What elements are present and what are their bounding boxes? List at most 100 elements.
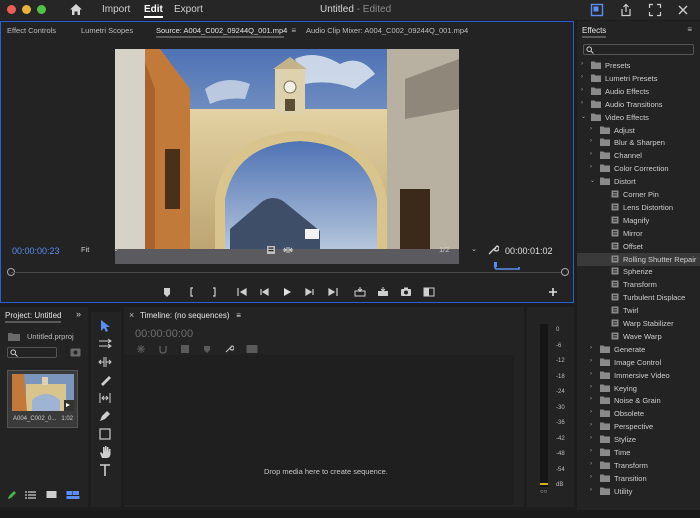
effects-folder-item[interactable]: › Time: [577, 446, 700, 459]
pencil-icon[interactable]: [7, 490, 17, 500]
window-zoom-button[interactable]: [37, 5, 46, 14]
go-to-out-icon[interactable]: [327, 286, 339, 298]
chevron-right-icon[interactable]: ›: [590, 487, 592, 493]
close-tab-icon[interactable]: ×: [129, 310, 134, 320]
new-bin-icon[interactable]: [70, 347, 81, 357]
tab-timeline[interactable]: Timeline: (no sequences) ≡: [140, 311, 241, 320]
compare-view-icon[interactable]: [423, 286, 435, 298]
selection-tool-icon[interactable]: [98, 319, 112, 333]
effects-item[interactable]: Magnify: [577, 214, 700, 227]
marker-icon[interactable]: [266, 245, 276, 255]
effects-folder-item[interactable]: › Presets: [577, 59, 700, 72]
icon-view-icon[interactable]: [46, 490, 57, 500]
share-icon[interactable]: [619, 3, 633, 17]
chevron-right-icon[interactable]: ›: [590, 358, 592, 364]
effects-folder-item[interactable]: ⌄ Video Effects: [577, 111, 700, 124]
effects-item[interactable]: Turbulent Displace: [577, 291, 700, 304]
list-view-icon[interactable]: [25, 490, 36, 500]
button-editor-add-icon[interactable]: [547, 286, 559, 298]
chevron-right-icon[interactable]: ›: [590, 345, 592, 351]
effects-folder-item[interactable]: › Blur & Sharpen: [577, 136, 700, 149]
chevron-right-icon[interactable]: ›: [590, 474, 592, 480]
effects-item[interactable]: Offset: [577, 240, 700, 253]
effects-panel-title[interactable]: Effects: [582, 26, 607, 38]
effects-folder-item[interactable]: › Noise & Grain: [577, 394, 700, 407]
effects-folder-item[interactable]: › Audio Transitions: [577, 98, 700, 111]
chevron-right-icon[interactable]: ›: [590, 138, 592, 144]
project-search-input[interactable]: [7, 347, 57, 358]
effects-item[interactable]: Corner Pin: [577, 188, 700, 201]
effects-folder-item[interactable]: ⌄ Distort: [577, 175, 700, 188]
quick-export-icon[interactable]: [590, 3, 604, 17]
window-close-button[interactable]: [7, 5, 16, 14]
export-frame-icon[interactable]: [400, 286, 412, 298]
effects-item[interactable]: Spherize: [577, 265, 700, 278]
effects-folder-item[interactable]: › Immersive Video: [577, 369, 700, 382]
effects-item[interactable]: Warp Stabilizer: [577, 317, 700, 330]
panel-menu-icon[interactable]: ≡: [291, 26, 296, 35]
step-forward-icon[interactable]: [304, 286, 316, 298]
tab-project[interactable]: Project: Untitled: [5, 311, 62, 323]
mark-out-icon[interactable]: [208, 286, 220, 298]
effects-item[interactable]: Mirror: [577, 227, 700, 240]
source-scrub-bar[interactable]: [11, 272, 561, 273]
go-to-in-icon[interactable]: [236, 286, 248, 298]
effects-item[interactable]: Wave Warp: [577, 330, 700, 343]
playback-resolution-select[interactable]: 1/2 ⌄: [439, 245, 479, 257]
timeline-timecode[interactable]: 00:00:00:00: [135, 328, 193, 340]
chevron-right-icon[interactable]: ›: [590, 151, 592, 157]
freeform-view-icon[interactable]: [66, 490, 80, 500]
effects-folder-item[interactable]: › Adjust: [577, 124, 700, 137]
nest-icon[interactable]: [136, 344, 146, 354]
chevron-right-icon[interactable]: ›: [590, 126, 592, 132]
workspace-tab-export[interactable]: Export: [174, 4, 203, 15]
effects-search-input[interactable]: [583, 44, 694, 55]
overwrite-icon[interactable]: [377, 286, 389, 298]
play-icon[interactable]: [281, 286, 293, 298]
source-video-frame[interactable]: [115, 49, 459, 264]
razor-tool-icon[interactable]: [98, 373, 112, 387]
solo-icon[interactable]: ○○: [540, 489, 547, 495]
hand-tool-icon[interactable]: [98, 445, 112, 459]
chevron-right-icon[interactable]: ›: [590, 461, 592, 467]
tab-effect-controls[interactable]: Effect Controls: [7, 26, 56, 35]
effects-folder-item[interactable]: › Stylize: [577, 433, 700, 446]
tab-source[interactable]: Source: A004_C002_09244Q_001.mp4 ≡: [156, 26, 296, 38]
captions-icon[interactable]: [246, 344, 258, 354]
effects-folder-item[interactable]: › Transform: [577, 459, 700, 472]
chevron-right-icon[interactable]: ›: [581, 61, 583, 67]
trim-icon[interactable]: [283, 246, 293, 254]
ripple-edit-tool-icon[interactable]: [98, 355, 112, 369]
effects-folder-item[interactable]: › Lumetri Presets: [577, 72, 700, 85]
step-back-icon[interactable]: [258, 286, 270, 298]
effects-folder-item[interactable]: › Perspective: [577, 420, 700, 433]
add-marker-icon[interactable]: [202, 344, 212, 354]
effects-folder-item[interactable]: › Color Correction: [577, 162, 700, 175]
home-icon[interactable]: [69, 3, 83, 16]
effects-folder-item[interactable]: › Obsolete: [577, 407, 700, 420]
wrench-icon[interactable]: [224, 344, 234, 354]
chevron-right-icon[interactable]: ›: [590, 384, 592, 390]
chevron-right-icon[interactable]: ›: [590, 396, 592, 402]
slip-tool-icon[interactable]: [98, 391, 112, 405]
effects-folder-item[interactable]: › Audio Effects: [577, 85, 700, 98]
effects-item[interactable]: Lens Distortion: [577, 201, 700, 214]
rectangle-tool-icon[interactable]: [98, 427, 112, 441]
chevron-right-icon[interactable]: ›: [590, 435, 592, 441]
effects-folder-item[interactable]: › Utility: [577, 485, 700, 498]
chevron-right-icon[interactable]: ›: [590, 409, 592, 415]
tab-lumetri-scopes[interactable]: Lumetri Scopes: [81, 26, 133, 35]
more-panels-icon[interactable]: »: [76, 309, 81, 319]
effects-folder-item[interactable]: › Generate: [577, 343, 700, 356]
fullscreen-icon[interactable]: [648, 3, 662, 17]
source-playhead[interactable]: [493, 262, 521, 270]
timeline-drop-area[interactable]: Drop media here to create sequence.: [124, 355, 514, 505]
chevron-right-icon[interactable]: ›: [590, 164, 592, 170]
window-minimize-button[interactable]: [22, 5, 31, 14]
source-timecode-current[interactable]: 00:00:00:23: [12, 246, 60, 256]
snap-icon[interactable]: [158, 344, 168, 354]
linked-selection-icon[interactable]: [180, 344, 190, 354]
chevron-right-icon[interactable]: ›: [581, 74, 583, 80]
workspace-tab-edit[interactable]: Edit: [144, 4, 163, 18]
effects-folder-item[interactable]: › Image Control: [577, 356, 700, 369]
